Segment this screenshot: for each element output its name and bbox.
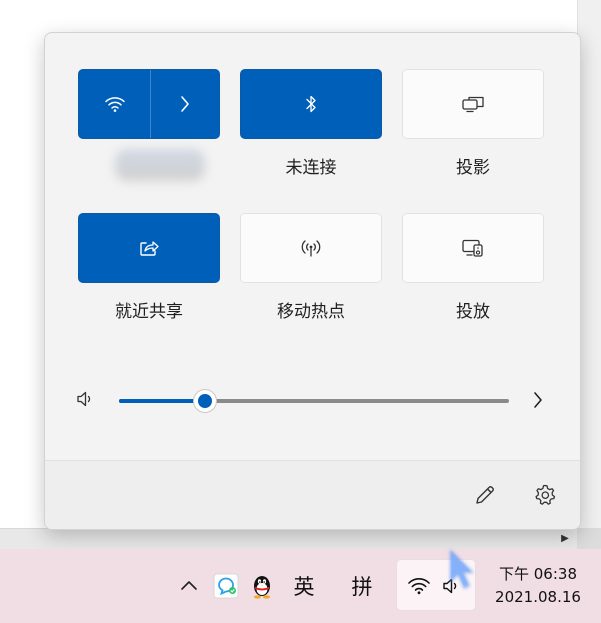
wifi-icon (104, 97, 125, 112)
clock-time: 下午 06:38 (499, 565, 577, 583)
quick-settings-panel: 未连接 投影 就近共享 移动热点 投放 (44, 32, 581, 530)
bluetooth-tile-label: 未连接 (285, 158, 337, 178)
volume-slider-fill (119, 399, 205, 403)
chat-app-tray-icon[interactable] (212, 573, 240, 599)
chevron-right-icon[interactable] (531, 390, 545, 410)
mouse-cursor-icon (450, 549, 474, 589)
quick-settings-footer (45, 460, 580, 529)
nearby-sharing-tile-label: 就近共享 (115, 302, 183, 322)
clock-date: 2021.08.16 (495, 588, 581, 606)
qq-penguin-icon (254, 576, 270, 599)
speaker-icon[interactable] (75, 389, 95, 409)
wifi-toggle[interactable] (79, 70, 151, 138)
cast-icon (462, 239, 483, 257)
wifi-tile[interactable] (78, 69, 220, 139)
taskbar-clock[interactable]: 下午 06:38 2021.08.16 (486, 563, 590, 609)
chat-bubble-icon (213, 573, 239, 599)
ime-mode-indicator[interactable]: 拼 (346, 571, 378, 601)
mobile-hotspot-tile[interactable] (240, 213, 382, 283)
scrollbar-corner (577, 528, 601, 549)
scroll-right-arrow-icon: ▶ (561, 533, 569, 544)
project-tile[interactable] (402, 69, 544, 139)
wifi-network-name-blurred (115, 149, 205, 181)
hotspot-icon (301, 240, 321, 257)
volume-slider-thumb[interactable] (192, 389, 217, 413)
qq-tray-icon[interactable] (248, 571, 276, 601)
volume-slider[interactable] (119, 389, 509, 413)
bluetooth-tile[interactable] (240, 69, 382, 139)
cast-tile[interactable] (402, 213, 544, 283)
chevron-right-icon (181, 96, 189, 112)
bluetooth-icon (306, 95, 316, 113)
chevron-up-icon (181, 581, 197, 590)
mobile-hotspot-tile-label: 移动热点 (277, 302, 345, 322)
background-horizontal-scrollbar (0, 528, 577, 550)
taskbar: 英 拼 下午 06:38 2021.08.16 (0, 549, 601, 623)
nearby-sharing-tile[interactable] (78, 213, 220, 283)
wifi-icon (408, 578, 430, 595)
share-icon (140, 241, 159, 256)
cast-tile-label: 投放 (456, 302, 490, 322)
project-icon (462, 96, 484, 113)
wifi-expand-button[interactable] (150, 70, 220, 138)
gear-icon[interactable] (533, 483, 557, 507)
ime-language-indicator[interactable]: 英 (288, 571, 320, 601)
project-tile-label: 投影 (456, 158, 490, 178)
show-hidden-icons-button[interactable] (178, 573, 200, 597)
pencil-icon[interactable] (473, 483, 497, 507)
